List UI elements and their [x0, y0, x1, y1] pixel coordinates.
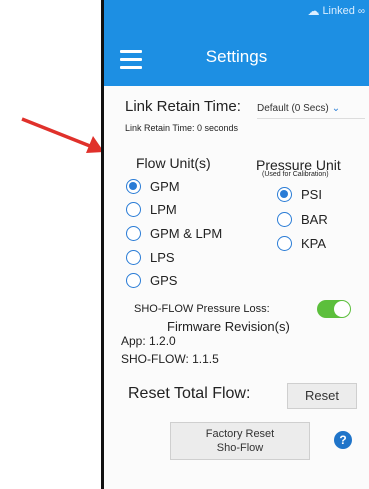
link-retain-note: Link Retain Time: 0 seconds [125, 123, 239, 133]
link-retain-label: Link Retain Time: [125, 98, 241, 115]
link-retain-dropdown[interactable]: Default (0 Secs) ⌄ [257, 98, 365, 119]
option-label: GPM & LPM [150, 226, 223, 241]
pressure-loss-toggle[interactable] [317, 300, 351, 318]
reset-total-label: Reset Total Flow: [128, 385, 251, 402]
reset-button[interactable]: Reset [287, 383, 357, 409]
option-label: GPS [150, 273, 178, 288]
firmware-device-version: SHO-FLOW: 1.1.5 [121, 352, 219, 366]
option-label: LPS [150, 250, 175, 265]
toggle-knob [334, 301, 350, 317]
pressure-option-kpa[interactable]: KPA [277, 236, 326, 251]
option-label: PSI [301, 187, 322, 202]
radio-icon[interactable] [126, 273, 141, 288]
flow-option-lps[interactable]: LPS [126, 250, 175, 265]
chevron-down-icon: ⌄ [331, 102, 341, 114]
pressure-option-bar[interactable]: BAR [277, 212, 328, 227]
linked-status: Linked [322, 5, 355, 17]
link-retain-selected: Default (0 Secs) [257, 102, 329, 114]
pressure-option-psi[interactable]: PSI [277, 187, 322, 202]
help-icon[interactable]: ? [334, 431, 352, 449]
radio-icon[interactable] [277, 236, 292, 251]
pressure-loss-label: SHO-FLOW Pressure Loss: [134, 303, 270, 315]
radio-selected-icon[interactable] [126, 179, 141, 194]
flow-unit-title: Flow Unit(s) [136, 155, 211, 171]
radio-icon[interactable] [126, 226, 141, 241]
cloud-icon: ☁ [307, 4, 320, 18]
firmware-app-version: App: 1.2.0 [121, 334, 176, 348]
page-title: Settings [205, 47, 268, 66]
phone-screen: ☁ Linked ∞ Settings Link Retain Time: De… [101, 0, 369, 489]
factory-reset-line2: Sho-Flow [216, 442, 264, 454]
radio-icon[interactable] [277, 212, 292, 227]
radio-icon[interactable] [126, 202, 141, 217]
factory-reset-line1: Factory Reset [205, 428, 275, 440]
flow-option-gps[interactable]: GPS [126, 273, 177, 288]
option-label: LPM [150, 202, 177, 217]
factory-reset-button[interactable]: Factory Reset Sho-Flow [170, 422, 310, 460]
flow-option-lpm[interactable]: LPM [126, 202, 177, 217]
app-header: Settings [104, 22, 369, 86]
radio-selected-icon[interactable] [277, 187, 292, 202]
option-label: KPA [301, 236, 327, 251]
status-bar: ☁ Linked ∞ [104, 0, 369, 22]
option-label: BAR [301, 212, 328, 227]
flow-option-gpm[interactable]: GPM [126, 179, 180, 194]
pressure-unit-subtitle: (Used for Calibration) [262, 171, 329, 178]
link-icon: ∞ [357, 5, 365, 17]
option-label: GPM [150, 179, 180, 194]
flow-option-gpm-lpm[interactable]: GPM & LPM [126, 226, 222, 241]
firmware-title: Firmware Revision(s) [167, 319, 290, 334]
radio-icon[interactable] [126, 250, 141, 265]
